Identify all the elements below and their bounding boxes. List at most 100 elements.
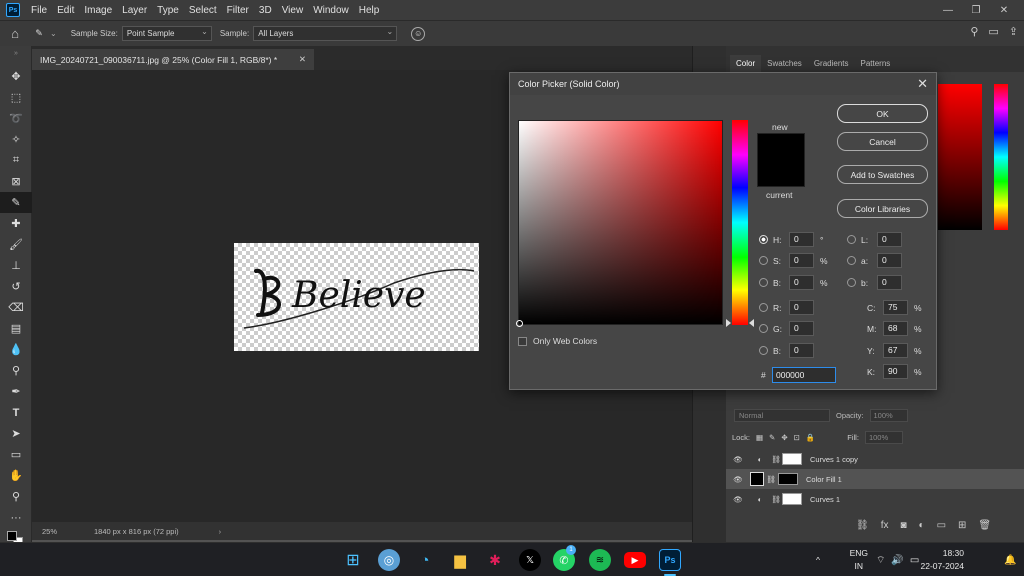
zoom-level[interactable]: 25% xyxy=(32,527,82,536)
stamp-tool-icon[interactable]: ⊥ xyxy=(0,255,32,276)
visibility-eye-icon[interactable]: 👁 xyxy=(726,475,750,484)
move-tool-icon[interactable]: ✥ xyxy=(0,66,32,87)
tray-chevron-icon[interactable]: ^ xyxy=(816,543,820,576)
share-icon[interactable]: ⇪ xyxy=(1009,25,1018,38)
menu-edit[interactable]: Edit xyxy=(52,5,79,16)
hue-slider-handle-left[interactable] xyxy=(726,319,731,327)
sampling-ring-icon[interactable]: ☺ xyxy=(411,26,426,41)
slack-icon[interactable]: ✱ xyxy=(484,549,506,571)
hex-input[interactable]: 000000 xyxy=(772,367,836,383)
document-tab[interactable]: IMG_20240721_090036711.jpg @ 25% (Color … xyxy=(32,49,314,70)
delete-layer-icon[interactable]: 🗑 xyxy=(978,520,991,531)
menu-window[interactable]: Window xyxy=(308,5,354,16)
opacity-input[interactable]: 100% xyxy=(869,408,908,422)
lasso-tool-icon[interactable]: ➰ xyxy=(0,108,32,129)
app-icon[interactable]: ◎ xyxy=(378,549,400,571)
lab-a-radio[interactable] xyxy=(847,256,856,265)
brush-tool-icon[interactable]: 🖌 xyxy=(0,234,32,255)
status-arrow-icon[interactable]: › xyxy=(219,527,222,536)
clock[interactable]: 18:30 22-07-2024 xyxy=(921,547,964,573)
menu-help[interactable]: Help xyxy=(354,5,385,16)
history-brush-tool-icon[interactable]: ↺ xyxy=(0,276,32,297)
yellow-input[interactable]: 67 xyxy=(883,343,908,358)
tab-swatches[interactable]: Swatches xyxy=(761,55,808,72)
tool-preset-chevron-icon[interactable]: ⌄ xyxy=(50,29,57,38)
menu-type[interactable]: Type xyxy=(152,5,184,16)
photoshop-taskbar-icon[interactable]: Ps xyxy=(659,549,681,571)
x-icon[interactable]: 𝕏 xyxy=(519,549,541,571)
layer-row[interactable]: 👁 ◐ ⛓ Curves 1 xyxy=(726,489,1024,509)
toolbar-collapse-icon[interactable]: » xyxy=(0,46,32,60)
eyedropper-tool-icon[interactable]: ✎ xyxy=(0,192,32,213)
menu-filter[interactable]: Filter xyxy=(222,5,254,16)
marquee-tool-icon[interactable]: ⬚ xyxy=(0,87,32,108)
layer-row[interactable]: 👁 ◐ ⛓ Curves 1 copy xyxy=(726,449,1024,469)
home-icon[interactable]: ⌂ xyxy=(0,26,30,41)
adjustment-layer-icon[interactable]: ◐ xyxy=(919,520,925,531)
tab-gradients[interactable]: Gradients xyxy=(808,55,855,72)
file-explorer-icon[interactable]: ▆ xyxy=(449,549,471,571)
volume-icon[interactable]: 🔊 xyxy=(891,555,903,566)
zoom-tool-icon[interactable]: ⚲ xyxy=(0,486,32,507)
new-layer-icon[interactable]: ⊞ xyxy=(958,520,966,531)
frame-tool-icon[interactable]: ⊠ xyxy=(0,171,32,192)
crop-tool-icon[interactable]: ⌗ xyxy=(0,150,32,171)
hue-slider-handle-right[interactable] xyxy=(749,319,754,327)
document-image[interactable]: Believe xyxy=(234,243,479,351)
sample-size-select[interactable]: Point Sample xyxy=(121,26,212,41)
spotify-icon[interactable]: ≋ xyxy=(589,549,611,571)
sample-select[interactable]: All Layers xyxy=(253,26,398,41)
checkbox-box[interactable] xyxy=(518,336,527,346)
lock-transparent-icon[interactable]: ▦ xyxy=(756,433,763,442)
new-group-icon[interactable]: ▭ xyxy=(937,520,946,531)
minimize-icon[interactable]: — xyxy=(934,5,962,16)
lab-l-radio[interactable] xyxy=(847,235,856,244)
system-tray[interactable]: ⌔ 🔊 ▭ xyxy=(876,543,919,576)
color-marker[interactable] xyxy=(516,320,523,327)
only-web-colors-checkbox[interactable]: Only Web Colors xyxy=(518,336,597,346)
hand-tool-icon[interactable]: ✋ xyxy=(0,465,32,486)
magic-wand-tool-icon[interactable]: ✧ xyxy=(0,129,32,150)
notifications-icon[interactable]: 🔔 xyxy=(1004,543,1016,576)
add-mask-icon[interactable]: ◙ xyxy=(900,520,906,531)
cyan-input[interactable]: 75 xyxy=(883,300,908,315)
lock-pixels-icon[interactable]: ✎ xyxy=(769,433,775,442)
battery-icon[interactable]: ▭ xyxy=(910,555,919,566)
hue-input[interactable]: 0 xyxy=(789,232,814,247)
close-icon[interactable]: ✕ xyxy=(917,76,928,92)
tab-color[interactable]: Color xyxy=(730,55,762,72)
lock-position-icon[interactable]: ✥ xyxy=(781,433,787,442)
lab-b-input[interactable]: 0 xyxy=(877,275,902,290)
eyedropper-icon[interactable]: ✎ xyxy=(30,25,48,43)
close-tab-icon[interactable]: ✕ xyxy=(299,54,306,65)
windows-start-icon[interactable]: ⊞ xyxy=(342,549,364,571)
youtube-icon[interactable]: ▶ xyxy=(624,552,646,568)
lock-artboard-icon[interactable]: ⊡ xyxy=(794,433,800,442)
blur-tool-icon[interactable]: 💧 xyxy=(0,339,32,360)
saturation-radio[interactable] xyxy=(759,256,768,265)
wifi-icon[interactable]: ⌔ xyxy=(876,554,885,567)
menu-image[interactable]: Image xyxy=(79,5,117,16)
layer-row-selected[interactable]: 👁 ⛓ Color Fill 1 xyxy=(726,469,1024,489)
saturation-input[interactable]: 0 xyxy=(789,253,814,268)
green-input[interactable]: 0 xyxy=(789,321,814,336)
red-input[interactable]: 0 xyxy=(789,300,814,315)
gradient-tool-icon[interactable]: ▤ xyxy=(0,318,32,339)
magenta-input[interactable]: 68 xyxy=(883,321,908,336)
brightness-radio[interactable] xyxy=(759,278,768,287)
menu-layer[interactable]: Layer xyxy=(117,5,152,16)
eraser-tool-icon[interactable]: ⌫ xyxy=(0,297,32,318)
rectangle-tool-icon[interactable]: ▭ xyxy=(0,444,32,465)
cancel-button[interactable]: Cancel xyxy=(837,132,928,151)
ok-button[interactable]: OK xyxy=(837,104,928,123)
visibility-eye-icon[interactable]: 👁 xyxy=(726,495,750,504)
green-radio[interactable] xyxy=(759,324,768,333)
blend-mode-select[interactable]: Normal xyxy=(734,408,830,422)
menu-file[interactable]: File xyxy=(26,5,52,16)
add-to-swatches-button[interactable]: Add to Swatches xyxy=(837,165,928,184)
close-window-icon[interactable]: ✕ xyxy=(990,5,1018,16)
link-layers-icon[interactable]: ⛓ xyxy=(856,520,869,531)
hue-slider[interactable] xyxy=(732,120,748,325)
healing-brush-tool-icon[interactable]: ✚ xyxy=(0,213,32,234)
color-libraries-button[interactable]: Color Libraries xyxy=(837,199,928,218)
